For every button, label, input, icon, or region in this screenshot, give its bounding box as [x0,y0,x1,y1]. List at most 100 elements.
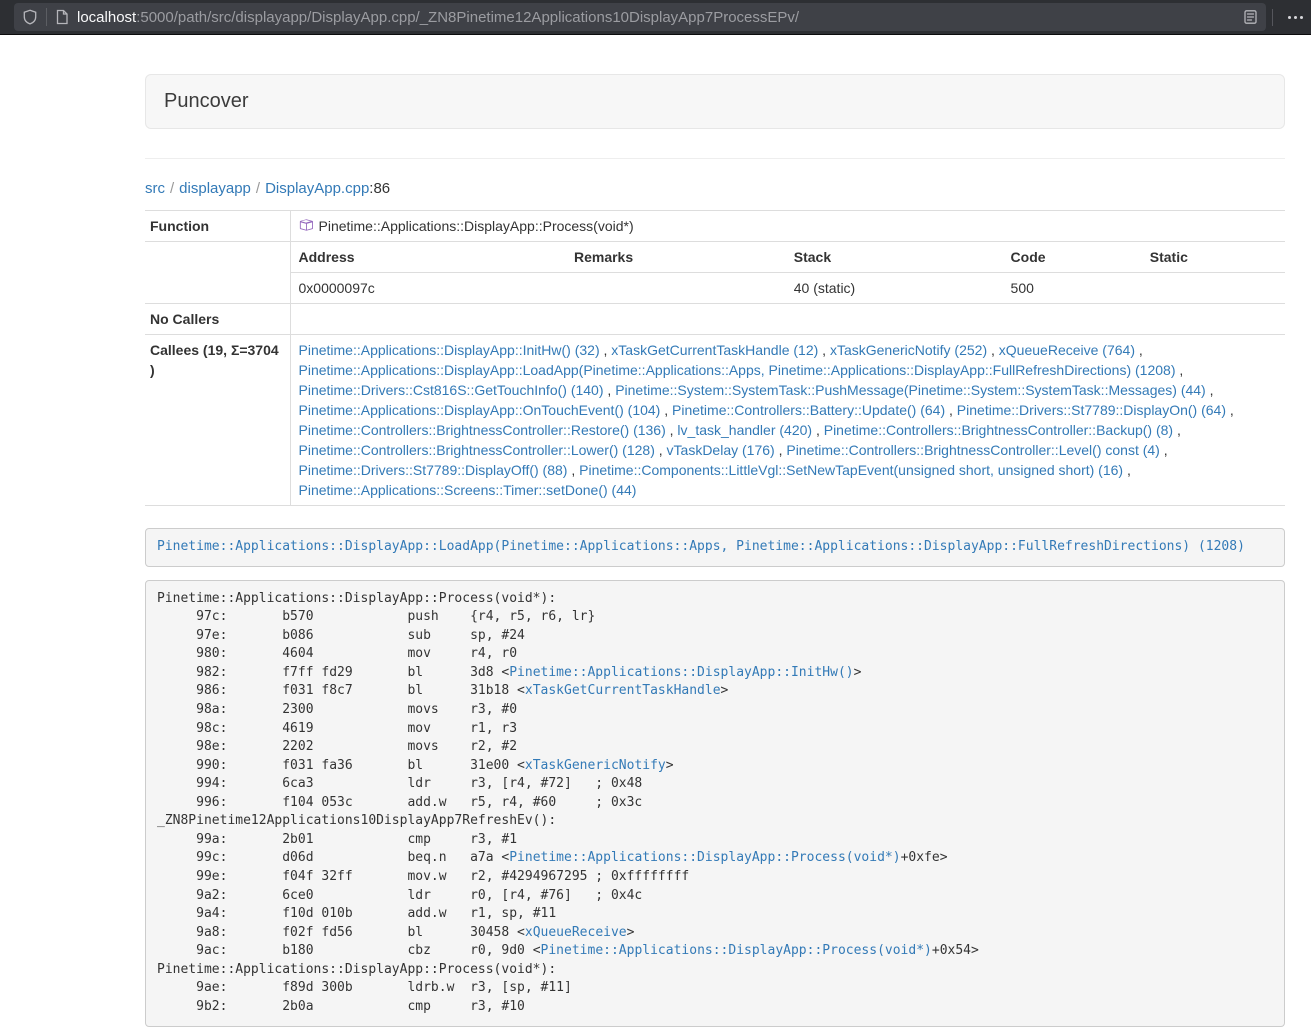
asm-text: 98c: 4619 mov r1, r3 [157,721,517,736]
asm-text: 9ae: f89d 300b ldrb.w r3, [sp, #11] [157,980,572,995]
callee-link[interactable]: xQueueReceive (764) [999,342,1135,358]
page-info-icon[interactable] [55,9,69,25]
metrics-column-header: Static [1142,242,1285,273]
breadcrumb-separator: / [165,180,179,197]
function-info-table: Function Pinetime::Applications::Display… [145,210,1285,506]
asm-symbol-link[interactable]: Pinetime::Applications::DisplayApp::Init… [509,665,853,680]
package-icon [299,217,313,233]
callee-link[interactable]: xTaskGenericNotify (252) [830,342,987,358]
asm-text: 99e: f04f 32ff mov.w r2, #4294967295 ; 0… [157,869,689,884]
callee-link[interactable]: Pinetime::Applications::DisplayApp::Load… [299,362,1176,378]
callee-link[interactable]: Pinetime::Applications::DisplayApp::Init… [299,342,600,358]
asm-text: Pinetime::Applications::DisplayApp::Proc… [157,591,556,606]
metrics-table: AddressRemarksStackCodeStatic 0x0000097c… [291,242,1286,303]
callee-link[interactable]: Pinetime::Applications::Screens::Timer::… [299,482,637,498]
callee-separator: , [1226,402,1234,418]
callee-link[interactable]: Pinetime::Applications::DisplayApp::OnTo… [299,402,661,418]
callee-link[interactable]: Pinetime::Drivers::Cst816S::GetTouchInfo… [299,382,604,398]
puncover-brand-header: Puncover [145,74,1285,129]
asm-text: 9a2: 6ce0 ldr r0, [r4, #76] ; 0x4c [157,888,642,903]
callees-list: Pinetime::Applications::DisplayApp::Init… [291,335,1286,505]
url-bar[interactable]: localhost:5000/path/src/displayapp/Displ… [14,3,1266,31]
asm-text: 996: f104 053c add.w r5, r4, #60 ; 0x3c [157,795,642,810]
reader-mode-icon[interactable] [1243,9,1258,25]
code-size-value: 500 [1003,273,1142,304]
more-menu-icon[interactable] [1283,0,1307,35]
callee-link[interactable]: Pinetime::Controllers::BrightnessControl… [786,442,1159,458]
breadcrumb-line-number: :86 [369,180,390,197]
callee-separator: , [1175,362,1183,378]
breadcrumb-link[interactable]: src [145,180,165,197]
divider-rule [145,158,1285,159]
callee-link[interactable]: Pinetime::Controllers::BrightnessControl… [824,422,1173,438]
callee-link[interactable]: Pinetime::Components::LittleVgl::SetNewT… [579,462,1123,478]
callee-link[interactable]: Pinetime::Drivers::St7789::DisplayOn() (… [957,402,1226,418]
asm-text: 994: 6ca3 ldr r3, [r4, #72] ; 0x48 [157,776,642,791]
callee-separator: , [666,422,678,438]
highlighted-callee-box: Pinetime::Applications::DisplayApp::Load… [145,528,1285,567]
callee-link[interactable]: Pinetime::Drivers::St7789::DisplayOff() … [299,462,568,478]
asm-text: 98a: 2300 movs r3, #0 [157,702,517,717]
callee-separator: , [1135,342,1143,358]
breadcrumb: src/displayapp/DisplayApp.cpp:86 [145,180,1285,197]
no-callers-label: No Callers [145,304,290,335]
metrics-column-header: Stack [786,242,1003,273]
callee-link[interactable]: lv_task_handler (420) [677,422,812,438]
metrics-column-header: Address [291,242,566,273]
asm-text: 9ac: b180 cbz r0, 9d0 < [157,943,541,958]
callee-link[interactable]: vTaskDelay (176) [667,442,775,458]
callees-row: Callees (19, Σ=3704 ) Pinetime::Applicat… [145,335,1285,506]
highlighted-callee-link[interactable]: Pinetime::Applications::DisplayApp::Load… [157,539,1245,554]
callers-row: No Callers [145,304,1285,335]
asm-text: 97c: b570 push {r4, r5, r6, lr} [157,609,595,624]
metrics-column-header: Code [1003,242,1142,273]
asm-text: > [854,665,862,680]
callee-link[interactable]: Pinetime::System::SystemTask::PushMessag… [615,382,1206,398]
url-text[interactable]: localhost:5000/path/src/displayapp/Displ… [77,9,1243,26]
callee-separator: , [818,342,830,358]
asm-text: > [627,925,635,940]
callee-separator: , [1123,462,1131,478]
asm-text: > [666,758,674,773]
toolbar-divider [1272,9,1273,26]
callee-separator: , [1160,442,1168,458]
callee-separator: , [1173,422,1181,438]
asm-symbol-link[interactable]: xQueueReceive [525,925,627,940]
asm-text: 97e: b086 sub sp, #24 [157,628,525,643]
asm-text: 99a: 2b01 cmp r3, #1 [157,832,517,847]
asm-text: 982: f7ff fd29 bl 3d8 < [157,665,509,680]
stack-value: 40 (static) [786,273,1003,304]
callee-link[interactable]: Pinetime::Controllers::BrightnessControl… [299,422,666,438]
asm-text: +0xfe> [901,850,948,865]
function-label: Function [145,211,290,242]
function-row: Function Pinetime::Applications::Display… [145,211,1285,242]
disassembly-box: Pinetime::Applications::DisplayApp::Proc… [145,580,1285,1027]
asm-symbol-link[interactable]: xTaskGenericNotify [525,758,666,773]
breadcrumb-link[interactable]: displayapp [179,180,251,197]
asm-text: 9a4: f10d 010b add.w r1, sp, #11 [157,906,556,921]
callees-label: Callees (19, Σ=3704 ) [145,335,290,506]
url-path: :5000/path/src/displayapp/DisplayApp.cpp… [136,9,799,26]
metrics-row: AddressRemarksStackCodeStatic 0x0000097c… [145,242,1285,304]
asm-symbol-link[interactable]: Pinetime::Applications::DisplayApp::Proc… [509,850,900,865]
callee-separator: , [987,342,999,358]
callee-link[interactable]: xTaskGetCurrentTaskHandle (12) [611,342,818,358]
asm-symbol-link[interactable]: Pinetime::Applications::DisplayApp::Proc… [541,943,932,958]
metrics-value-row: 0x0000097c 40 (static) 500 [291,273,1286,304]
remarks-value [566,273,786,304]
callee-link[interactable]: Pinetime::Controllers::Battery::Update()… [672,402,945,418]
breadcrumb-separator: / [251,180,265,197]
page-container: Puncover src/displayapp/DisplayApp.cpp:8… [145,74,1285,1027]
callee-separator: , [604,382,616,398]
asm-text: 986: f031 f8c7 bl 31b18 < [157,683,525,698]
asm-text: 980: 4604 mov r4, r0 [157,646,517,661]
asm-text: 99c: d06d beq.n a7a < [157,850,509,865]
asm-text: _ZN8Pinetime12Applications10DisplayApp7R… [157,813,556,828]
asm-text: 9b2: 2b0a cmp r3, #10 [157,999,525,1014]
breadcrumb-link[interactable]: DisplayApp.cpp [265,180,369,197]
asm-text: 98e: 2202 movs r2, #2 [157,739,517,754]
function-name: Pinetime::Applications::DisplayApp::Proc… [319,218,634,234]
asm-symbol-link[interactable]: xTaskGetCurrentTaskHandle [525,683,721,698]
callee-link[interactable]: Pinetime::Controllers::BrightnessControl… [299,442,655,458]
shield-icon[interactable] [22,9,38,25]
